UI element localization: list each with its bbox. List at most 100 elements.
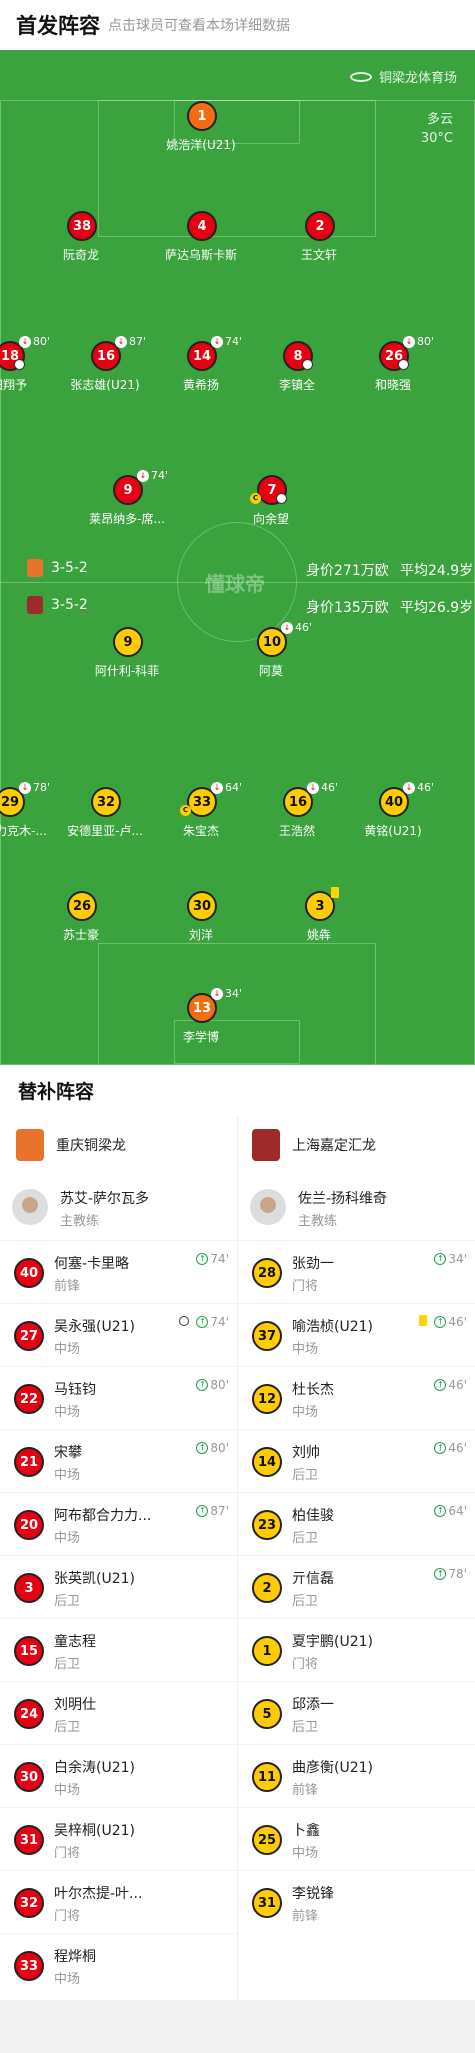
substitute-row[interactable]: 20 阿布都合力力... 中场 ↑ 87' (0, 1492, 237, 1555)
player-name: 阿什利-科菲 (94, 664, 160, 678)
player-name: 姚犇 (306, 928, 331, 942)
substitute-row[interactable]: 23 柏佳骏 后卫 ↑ 64' (238, 1492, 475, 1555)
player-name: 马钰钧 (54, 1382, 96, 1398)
home-team-header[interactable]: 重庆铜梁龙 (16, 1115, 126, 1175)
sub-in-arrow-icon: ↑ (196, 1379, 209, 1391)
substitute-row[interactable]: 22 马钰钧 中场 ↑ 80' (0, 1366, 237, 1429)
substitute-row[interactable]: 12 杜长杰 中场 ↑ 46' (238, 1366, 475, 1429)
substitute-row[interactable]: 11 曲彦衡(U21) 前锋 (238, 1744, 475, 1807)
substitute-row[interactable]: 14 刘帅 后卫 ↑ 46' (238, 1429, 475, 1492)
sub-arrow-icon: ↓ (281, 621, 293, 634)
sub-minute: 46' (448, 1378, 467, 1392)
player-name: 李学博 (182, 1030, 219, 1044)
coach-name: 苏艾-萨尔瓦多 (60, 1191, 150, 1207)
substitute-row[interactable]: 25 卜鑫 中场 (238, 1807, 475, 1870)
jersey-number: 2 (305, 211, 335, 241)
home-player[interactable]: 26 和晓强 ↓ 80' (343, 335, 443, 392)
jersey-number: 32 (91, 787, 121, 817)
jersey-number: 22 (14, 1384, 44, 1414)
goal-ball-icon (276, 493, 287, 504)
sub-arrow-icon: ↓ (211, 335, 223, 348)
home-team-logo (16, 1129, 44, 1161)
away-player[interactable]: 10 阿莫 ↓ 46' (221, 621, 321, 678)
player-name: 夏宇鹏(U21) (292, 1634, 373, 1650)
substitute-row[interactable]: 2 亓信磊 后卫 ↑ 78' (238, 1555, 475, 1618)
player-name: 阿莫 (258, 664, 283, 678)
away-formation: 3-5-2 (51, 597, 88, 613)
sub-minute: 34' (448, 1252, 467, 1266)
home-coach[interactable]: 苏艾-萨尔瓦多 主教练 (12, 1179, 232, 1239)
substitute-row[interactable]: 37 喻浩桢(U21) 中场 ↑ 46' (238, 1303, 475, 1366)
substitute-row[interactable]: 33 程烨桐 中场 (0, 1933, 237, 1996)
substitute-row[interactable]: 32 叶尔杰提-叶... 门将 (0, 1870, 237, 1933)
jersey-number: 1 (187, 101, 217, 131)
home-player[interactable]: 2 王文轩 (269, 211, 369, 262)
away-team-header[interactable]: 上海嘉定汇龙 (252, 1115, 376, 1175)
away-player[interactable]: 40 黄铭(U21) ↓ 46' (343, 781, 443, 838)
sub-in-arrow-icon: ↑ (434, 1253, 447, 1265)
jersey-number: 33 (14, 1951, 44, 1981)
substitute-row[interactable]: 5 邱添一 后卫 (238, 1681, 475, 1744)
weather: 多云 30°C (421, 110, 453, 148)
substitute-row[interactable]: 15 童志程 后卫 (0, 1618, 237, 1681)
player-position: 中场 (292, 1405, 319, 1420)
away-team-value: 身价135万欧 (306, 600, 389, 616)
home-player[interactable]: 9 莱昂纳多-席... ↓ 74' (77, 469, 177, 526)
away-player[interactable]: 13 李学博 ↓ 34' (151, 987, 251, 1044)
away-player[interactable]: 30 刘洋 (151, 891, 251, 942)
player-name: 刘帅 (292, 1445, 320, 1461)
weather-text: 多云 (426, 112, 453, 127)
player-name: 阮奇龙 (62, 248, 99, 262)
goal-ball-icon (302, 359, 313, 370)
substitute-row[interactable]: 31 李锐锋 前锋 (238, 1870, 475, 1933)
player-position: 后卫 (54, 1594, 81, 1609)
substitute-row[interactable]: 24 刘明仕 后卫 (0, 1681, 237, 1744)
away-team-name: 上海嘉定汇龙 (292, 1138, 376, 1154)
away-player[interactable]: 26 苏士豪 (31, 891, 131, 942)
sub-arrow-icon: ↓ (19, 781, 31, 794)
home-player[interactable]: 38 阮奇龙 (31, 211, 131, 262)
player-position: 门将 (292, 1279, 319, 1294)
sub-minute: 34' (225, 987, 243, 1000)
sub-on-indicator: ↑ 46' (434, 1315, 467, 1329)
player-position: 前锋 (292, 1909, 319, 1924)
sub-minute: 74' (210, 1252, 229, 1266)
home-player[interactable]: 4 萨达乌斯卡斯 (151, 211, 251, 262)
jersey-number: 20 (14, 1510, 44, 1540)
away-coach[interactable]: 佐兰-扬科维奇 主教练 (250, 1179, 470, 1239)
jersey-number: 1 (252, 1636, 282, 1666)
substitute-row[interactable]: 30 白余涛(U21) 中场 (0, 1744, 237, 1807)
sub-off-indicator: ↓ 46' (403, 781, 434, 794)
home-team-logo (27, 559, 43, 577)
sub-off-indicator: ↓ 74' (211, 335, 242, 348)
substitute-row[interactable]: 27 吴永强(U21) 中场 ↑ 74' (0, 1303, 237, 1366)
jersey-number: 23 (252, 1510, 282, 1540)
home-player[interactable]: 1 姚浩洋(U21) (151, 101, 251, 152)
substitute-row[interactable]: 28 张劲一 门将 ↑ 34' (238, 1240, 475, 1303)
substitute-row[interactable]: 40 何塞-卡里略 前锋 ↑ 74' (0, 1240, 237, 1303)
player-name: 苏士豪 (62, 928, 99, 942)
sub-arrow-icon: ↓ (115, 335, 127, 348)
home-player[interactable]: 7 向余望 C (221, 475, 321, 526)
away-player[interactable]: 9 阿什利-科菲 (77, 627, 177, 678)
sub-on-indicator: ↑ 74' (196, 1252, 229, 1266)
substitute-row[interactable]: 31 吴梓桐(U21) 门将 (0, 1807, 237, 1870)
player-name: 柏佳骏 (292, 1508, 334, 1524)
player-position: 后卫 (292, 1720, 319, 1735)
player-name: 李锐锋 (292, 1886, 334, 1902)
substitute-row[interactable]: 1 夏宇鹏(U21) 门将 (238, 1618, 475, 1681)
sub-in-arrow-icon: ↑ (196, 1505, 209, 1517)
yellow-card-icon (331, 887, 339, 898)
sub-minute: 78' (448, 1567, 467, 1581)
away-player[interactable]: 3 姚犇 (269, 887, 369, 942)
sub-minute: 46' (448, 1315, 467, 1329)
jersey-number: 37 (252, 1321, 282, 1351)
sub-on-indicator: ↑ 80' (196, 1441, 229, 1455)
sub-minute: 80' (33, 335, 51, 348)
substitute-row[interactable]: 3 张英凯(U21) 后卫 (0, 1555, 237, 1618)
player-name: 张英凯(U21) (54, 1571, 135, 1587)
sub-off-indicator: ↓ 78' (19, 781, 50, 794)
player-name: 萨达乌斯卡斯 (164, 248, 237, 262)
substitute-row[interactable]: 21 宋攀 中场 ↑ 80' (0, 1429, 237, 1492)
sub-arrow-icon: ↓ (403, 335, 415, 348)
